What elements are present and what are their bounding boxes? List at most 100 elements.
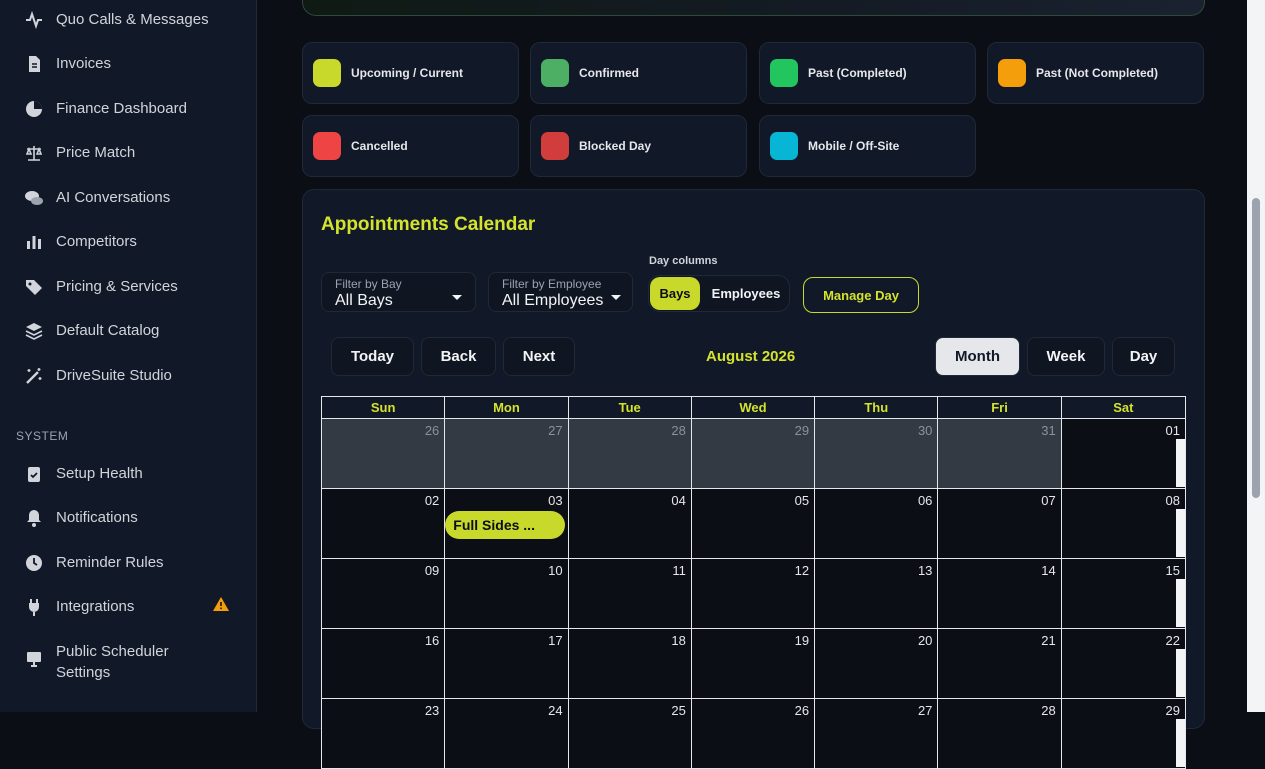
view-month-button[interactable]: Month (935, 337, 1020, 376)
sidebar-item-notifications[interactable]: Notifications (0, 507, 256, 528)
day-cell[interactable]: 08 (1061, 489, 1185, 558)
top-card (302, 0, 1205, 16)
day-number: 15 (1165, 563, 1180, 578)
sidebar-item-label: Price Match (56, 144, 136, 161)
day-number: 22 (1165, 633, 1180, 648)
day-cell[interactable]: 13 (815, 559, 939, 628)
view-week-button[interactable]: Week (1027, 337, 1105, 376)
day-cell[interactable]: 03 Full Sides ... (445, 489, 569, 558)
toggle-bays[interactable]: Bays (650, 277, 700, 310)
day-cell[interactable]: 29 (691, 419, 816, 488)
day-number: 09 (424, 563, 440, 578)
toggle-employees[interactable]: Employees (703, 277, 789, 310)
day-cell[interactable]: 14 (938, 559, 1062, 628)
sidebar-item-price-match[interactable]: Price Match (0, 142, 256, 163)
sidebar-item-ai-conversations[interactable]: AI Conversations (0, 187, 256, 208)
view-day-button[interactable]: Day (1112, 337, 1175, 376)
manage-day-button[interactable]: Manage Day (803, 277, 919, 313)
day-cell[interactable]: 30 (815, 419, 939, 488)
day-cell[interactable]: 28 (568, 419, 692, 488)
day-cell[interactable]: 22 (1061, 629, 1185, 698)
pulse-icon (24, 10, 44, 30)
day-cell[interactable]: 10 (445, 559, 569, 628)
day-cell[interactable]: 24 (445, 699, 569, 768)
sidebar-item-public-scheduler-settings[interactable]: Public Scheduler Settings (0, 641, 256, 683)
filter-employee-select[interactable]: Filter by Employee All Employees (488, 272, 633, 312)
cell-scrollbar[interactable] (1175, 649, 1185, 697)
cell-scrollbar[interactable] (1175, 579, 1185, 627)
day-cell[interactable]: 06 (815, 489, 939, 558)
sidebar-item-default-catalog[interactable]: Default Catalog (0, 320, 256, 341)
day-columns-caption: Day columns (649, 255, 718, 267)
back-button[interactable]: Back (421, 337, 496, 376)
sidebar-item-quo-calls[interactable]: Quo Calls & Messages (0, 9, 256, 30)
sidebar-item-label: DriveSuite Studio (56, 367, 172, 384)
day-number: 10 (548, 563, 563, 578)
sidebar-item-reminder-rules[interactable]: Reminder Rules (0, 552, 256, 573)
cell-scrollbar[interactable] (1175, 509, 1185, 557)
day-cell[interactable]: 09 (322, 559, 446, 628)
sidebar-item-pricing-services[interactable]: Pricing & Services (0, 276, 256, 297)
day-cell[interactable]: 27 (445, 419, 569, 488)
day-cell[interactable]: 02 (322, 489, 446, 558)
legend-label: Confirmed (579, 66, 639, 80)
week-row: 26 27 28 29 30 31 01 (322, 418, 1185, 488)
day-cell[interactable]: 16 (322, 629, 446, 698)
sidebar-item-competitors[interactable]: Competitors (0, 231, 256, 252)
page-scrollbar-thumb[interactable] (1252, 198, 1260, 498)
cell-scrollbar[interactable] (1175, 719, 1185, 767)
sidebar-item-label: AI Conversations (56, 189, 171, 206)
day-cell[interactable]: 05 (691, 489, 816, 558)
sidebar-item-invoices[interactable]: Invoices (0, 53, 256, 74)
page-scrollbar[interactable] (1247, 0, 1265, 712)
sidebar-section-label: SYSTEM (16, 429, 69, 443)
appointment-event[interactable]: Full Sides ... (445, 511, 566, 539)
day-cell[interactable]: 04 (568, 489, 692, 558)
weekday-header: Tue (569, 397, 692, 418)
day-number: 27 (917, 703, 933, 718)
day-cell[interactable]: 28 (938, 699, 1062, 768)
sidebar-item-drivesuite-studio[interactable]: DriveSuite Studio (0, 365, 256, 386)
day-cell[interactable]: 20 (815, 629, 939, 698)
day-number: 18 (671, 633, 686, 648)
day-cell[interactable]: 07 (938, 489, 1062, 558)
filter-bay-select[interactable]: Filter by Bay All Bays (321, 272, 476, 312)
day-cell[interactable]: 11 (568, 559, 692, 628)
day-cell[interactable]: 12 (691, 559, 816, 628)
chevron-down-icon (452, 295, 462, 300)
day-number: 29 (1165, 703, 1180, 718)
today-button[interactable]: Today (331, 337, 414, 376)
day-cell[interactable]: 21 (938, 629, 1062, 698)
legend-label: Past (Not Completed) (1036, 66, 1159, 80)
day-cell[interactable]: 29 (1061, 699, 1185, 768)
day-cell[interactable]: 27 (815, 699, 939, 768)
day-cell[interactable]: 31 (938, 419, 1062, 488)
day-cell[interactable]: 17 (445, 629, 569, 698)
filter-employee-caption: Filter by Employee (502, 277, 602, 291)
sidebar-item-label: Competitors (56, 233, 137, 250)
cell-scrollbar[interactable] (1175, 439, 1185, 487)
layers-icon (24, 321, 44, 341)
next-button[interactable]: Next (503, 337, 575, 376)
day-cell[interactable]: 01 (1061, 419, 1185, 488)
day-cell[interactable]: 23 (322, 699, 446, 768)
clock-icon (24, 553, 44, 573)
day-number: 31 (1041, 423, 1056, 438)
legend-item-upcoming: Upcoming / Current (302, 42, 519, 104)
sidebar-item-finance-dashboard[interactable]: Finance Dashboard (0, 98, 256, 119)
day-number: 29 (794, 423, 810, 438)
legend-label: Cancelled (351, 139, 408, 153)
day-number: 01 (1165, 423, 1180, 438)
sidebar-item-setup-health[interactable]: Setup Health (0, 463, 256, 484)
day-cell[interactable]: 19 (691, 629, 816, 698)
day-cell[interactable]: 26 (322, 419, 446, 488)
day-number: 19 (794, 633, 810, 648)
legend-label: Mobile / Off-Site (808, 139, 900, 153)
monitor-icon (24, 649, 44, 669)
day-cell[interactable]: 25 (568, 699, 692, 768)
day-cell[interactable]: 26 (691, 699, 816, 768)
day-cell[interactable]: 18 (568, 629, 692, 698)
sidebar-item-integrations[interactable]: Integrations (0, 596, 256, 617)
sidebar-item-label: Reminder Rules (56, 554, 164, 571)
day-cell[interactable]: 15 (1061, 559, 1185, 628)
